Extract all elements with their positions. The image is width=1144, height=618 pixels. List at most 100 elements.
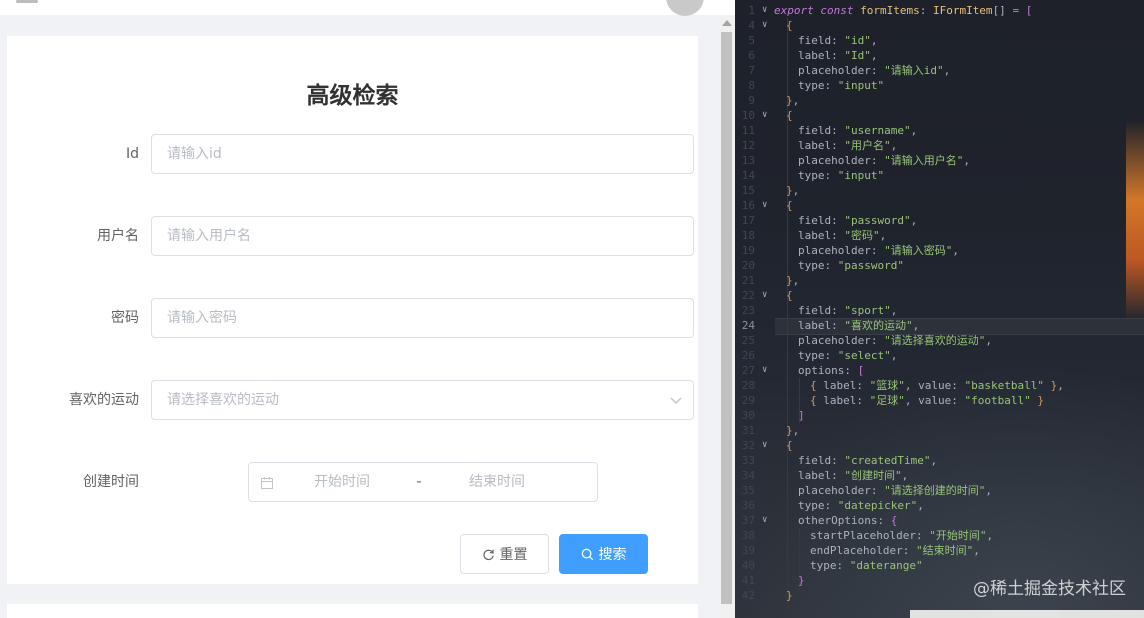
code-line[interactable]: 35 placeholder: "请选择创建的时间", xyxy=(735,483,1144,498)
code-line[interactable]: 9}, xyxy=(735,93,1144,108)
code-token: , xyxy=(1057,379,1064,392)
fold-chevron-icon[interactable]: ∨ xyxy=(762,513,770,528)
fold-chevron-icon[interactable]: ∨ xyxy=(762,288,770,303)
code-line[interactable]: 37 ∨ otherOptions: { xyxy=(735,513,1144,528)
code-token: } xyxy=(798,574,805,587)
code-line[interactable]: 33 field: "createdTime", xyxy=(735,453,1144,468)
search-button[interactable]: 搜索 xyxy=(559,534,648,574)
code-token: } xyxy=(1043,379,1058,392)
sport-select[interactable]: 请选择喜欢的运动 xyxy=(151,380,694,420)
code-line[interactable]: 5 field: "id", xyxy=(735,33,1144,48)
code-line[interactable]: 27 ∨ options: [ xyxy=(735,363,1144,378)
line-number: 35 xyxy=(741,484,755,497)
code-token: , xyxy=(901,469,909,482)
code-line[interactable]: 25 placeholder: "请选择喜欢的运动", xyxy=(735,333,1144,348)
line-number: 22 xyxy=(741,289,755,302)
start-time-input[interactable]: 开始时间 xyxy=(287,463,397,501)
line-number: 24 xyxy=(741,319,755,332)
code-token: "请输入用户名" xyxy=(884,154,964,167)
code-token: , xyxy=(870,49,878,62)
code-line[interactable]: 31}, xyxy=(735,423,1144,438)
code-token: , xyxy=(963,154,970,167)
line-number: 38 xyxy=(741,529,755,542)
code-token: { xyxy=(890,514,898,527)
code-line[interactable]: 10 ∨ { xyxy=(735,108,1144,123)
fold-chevron-icon[interactable]: ∨ xyxy=(762,198,770,213)
code-line[interactable]: 7 placeholder: "请输入id", xyxy=(735,63,1144,78)
code-line[interactable]: 23 field: "sport", xyxy=(735,303,1144,318)
id-input[interactable] xyxy=(151,134,694,174)
fold-chevron-icon[interactable]: ∨ xyxy=(762,3,770,18)
code-line[interactable]: 18 label: "密码", xyxy=(735,228,1144,243)
code-line[interactable]: 4 ∨ { xyxy=(735,18,1144,33)
line-number: 21 xyxy=(741,274,755,287)
code-text: } xyxy=(786,588,793,603)
code-line[interactable]: 34 label: "创建时间", xyxy=(735,468,1144,483)
code-line[interactable]: 15}, xyxy=(735,183,1144,198)
code-line[interactable]: 40 type: "daterange" xyxy=(735,558,1144,573)
code-line[interactable]: 24 label: "喜欢的运动", xyxy=(735,318,1144,333)
code-text: placeholder: "请输入密码", xyxy=(798,243,959,258)
code-token: "密码" xyxy=(844,229,880,242)
line-number: 30 xyxy=(741,409,755,422)
reset-button[interactable]: 重置 xyxy=(460,534,549,574)
code-line[interactable]: 38 startPlaceholder: "开始时间", xyxy=(735,528,1144,543)
code-token: field: xyxy=(798,124,845,137)
code-token: { xyxy=(786,109,793,122)
code-text: }, xyxy=(786,423,799,438)
end-time-input[interactable]: 结束时间 xyxy=(442,463,552,501)
fold-chevron-icon[interactable]: ∨ xyxy=(762,108,770,123)
code-token: , xyxy=(985,334,992,347)
code-text: type: "password" xyxy=(798,258,904,273)
code-token: "请选择创建的时间" xyxy=(884,484,986,497)
code-line[interactable]: 19 placeholder: "请输入密码", xyxy=(735,243,1144,258)
code-line[interactable]: 22 ∨ { xyxy=(735,288,1144,303)
created-time-range-picker[interactable]: 开始时间 - 结束时间 xyxy=(248,462,598,502)
field-label-created-time: 创建时间 xyxy=(83,474,139,490)
scroll-up-icon[interactable] xyxy=(722,20,732,26)
fold-chevron-icon[interactable]: ∨ xyxy=(762,438,770,453)
code-text: { xyxy=(786,288,793,303)
code-text: field: "password", xyxy=(798,213,917,228)
code-line[interactable]: 39 endPlaceholder: "结束时间", xyxy=(735,543,1144,558)
scrollbar-thumb[interactable] xyxy=(721,32,732,604)
line-number: 40 xyxy=(741,559,755,572)
code-line[interactable]: 16 ∨ { xyxy=(735,198,1144,213)
code-token: , xyxy=(792,184,800,197)
line-number: 31 xyxy=(741,424,755,437)
username-input[interactable] xyxy=(151,216,694,256)
code-token: "喜欢的运动" xyxy=(844,319,913,332)
code-line[interactable]: 26 type: "select", xyxy=(735,348,1144,363)
code-text: label: "用户名", xyxy=(798,138,897,153)
chevron-down-icon xyxy=(670,397,682,404)
code-line[interactable]: 17 field: "password", xyxy=(735,213,1144,228)
code-line[interactable]: 20 type: "password" xyxy=(735,258,1144,273)
menu-toggle-icon[interactable] xyxy=(16,0,38,3)
code-line[interactable]: 12 label: "用户名", xyxy=(735,138,1144,153)
code-line[interactable]: 6 label: "Id", xyxy=(735,48,1144,63)
code-line[interactable]: 8 type: "input" xyxy=(735,78,1144,93)
code-text: label: "Id", xyxy=(798,48,877,63)
field-label-id: Id xyxy=(125,146,139,162)
fold-chevron-icon[interactable]: ∨ xyxy=(762,363,770,378)
code-token: } xyxy=(786,589,793,602)
code-text: { xyxy=(786,198,793,213)
avatar[interactable] xyxy=(666,0,704,16)
code-line[interactable]: 36 type: "datepicker", xyxy=(735,498,1144,513)
code-token: , xyxy=(943,64,951,77)
code-line[interactable]: 30] xyxy=(735,408,1144,423)
code-line[interactable]: 1 ∨ export const formItems: IFormItem[] = … xyxy=(735,3,1144,18)
password-input[interactable] xyxy=(151,298,694,338)
code-line[interactable]: 11 field: "username", xyxy=(735,123,1144,138)
code-text: }, xyxy=(786,93,799,108)
code-line[interactable]: 13 placeholder: "请输入用户名", xyxy=(735,153,1144,168)
code-line[interactable]: 29 { label: "足球", value: "football" } xyxy=(735,393,1144,408)
vertical-scrollbar[interactable] xyxy=(718,18,735,618)
code-token: { xyxy=(810,379,824,392)
code-line[interactable]: 28 { label: "篮球", value: "basketball" }, xyxy=(735,378,1144,393)
code-line[interactable]: 21}, xyxy=(735,273,1144,288)
fold-chevron-icon[interactable]: ∨ xyxy=(762,18,770,33)
code-line[interactable]: 14 type: "input" xyxy=(735,168,1144,183)
line-number: 39 xyxy=(741,544,755,557)
code-line[interactable]: 32 ∨ { xyxy=(735,438,1144,453)
